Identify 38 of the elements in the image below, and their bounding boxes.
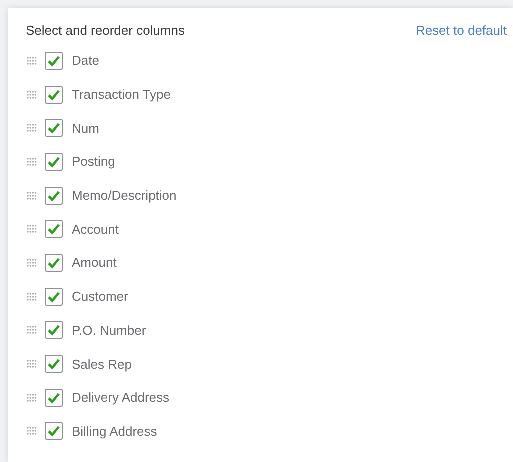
- column-label: Customer: [72, 289, 128, 304]
- checkbox[interactable]: [45, 152, 63, 171]
- panel-title: Select and reorder columns: [26, 22, 185, 38]
- drag-handle-icon[interactable]: [27, 56, 37, 65]
- column-label: Transaction Type: [72, 87, 171, 102]
- drag-handle-icon[interactable]: [27, 394, 37, 402]
- column-label: Billing Address: [72, 424, 158, 439]
- drag-handle-icon[interactable]: [27, 360, 37, 368]
- checkbox[interactable]: [45, 321, 63, 340]
- drag-handle-icon[interactable]: [27, 326, 37, 334]
- checkbox[interactable]: [45, 220, 63, 238]
- column-label: Account: [72, 222, 119, 237]
- checkbox[interactable]: [45, 288, 63, 306]
- reset-link[interactable]: Reset to default: [416, 22, 507, 38]
- drag-handle-icon[interactable]: [27, 90, 37, 99]
- drag-handle-icon[interactable]: [27, 427, 37, 436]
- drag-handle-icon[interactable]: [27, 292, 37, 301]
- column-label: P.O. Number: [72, 322, 146, 338]
- column-label: Delivery Address: [72, 390, 170, 406]
- checkbox[interactable]: [45, 355, 63, 374]
- column-label: Date: [72, 53, 100, 68]
- drag-handle-icon[interactable]: [27, 158, 37, 166]
- checkbox[interactable]: [45, 52, 63, 70]
- drag-handle-icon[interactable]: [27, 258, 37, 267]
- column-label: Posting: [72, 154, 116, 170]
- drag-handle-icon[interactable]: [27, 225, 37, 234]
- checkbox[interactable]: [45, 186, 63, 205]
- drag-handle-icon[interactable]: [27, 192, 37, 200]
- column-label: Num: [72, 120, 100, 136]
- checkbox[interactable]: [45, 254, 63, 272]
- column-label: Sales Rep: [72, 356, 132, 372]
- column-label: Amount: [72, 255, 117, 270]
- checkbox[interactable]: [45, 86, 63, 104]
- checkbox[interactable]: [45, 388, 63, 407]
- checkbox[interactable]: [45, 422, 63, 440]
- drag-handle-icon[interactable]: [27, 124, 37, 132]
- checkbox[interactable]: [45, 119, 63, 138]
- column-label: Memo/Description: [72, 188, 177, 204]
